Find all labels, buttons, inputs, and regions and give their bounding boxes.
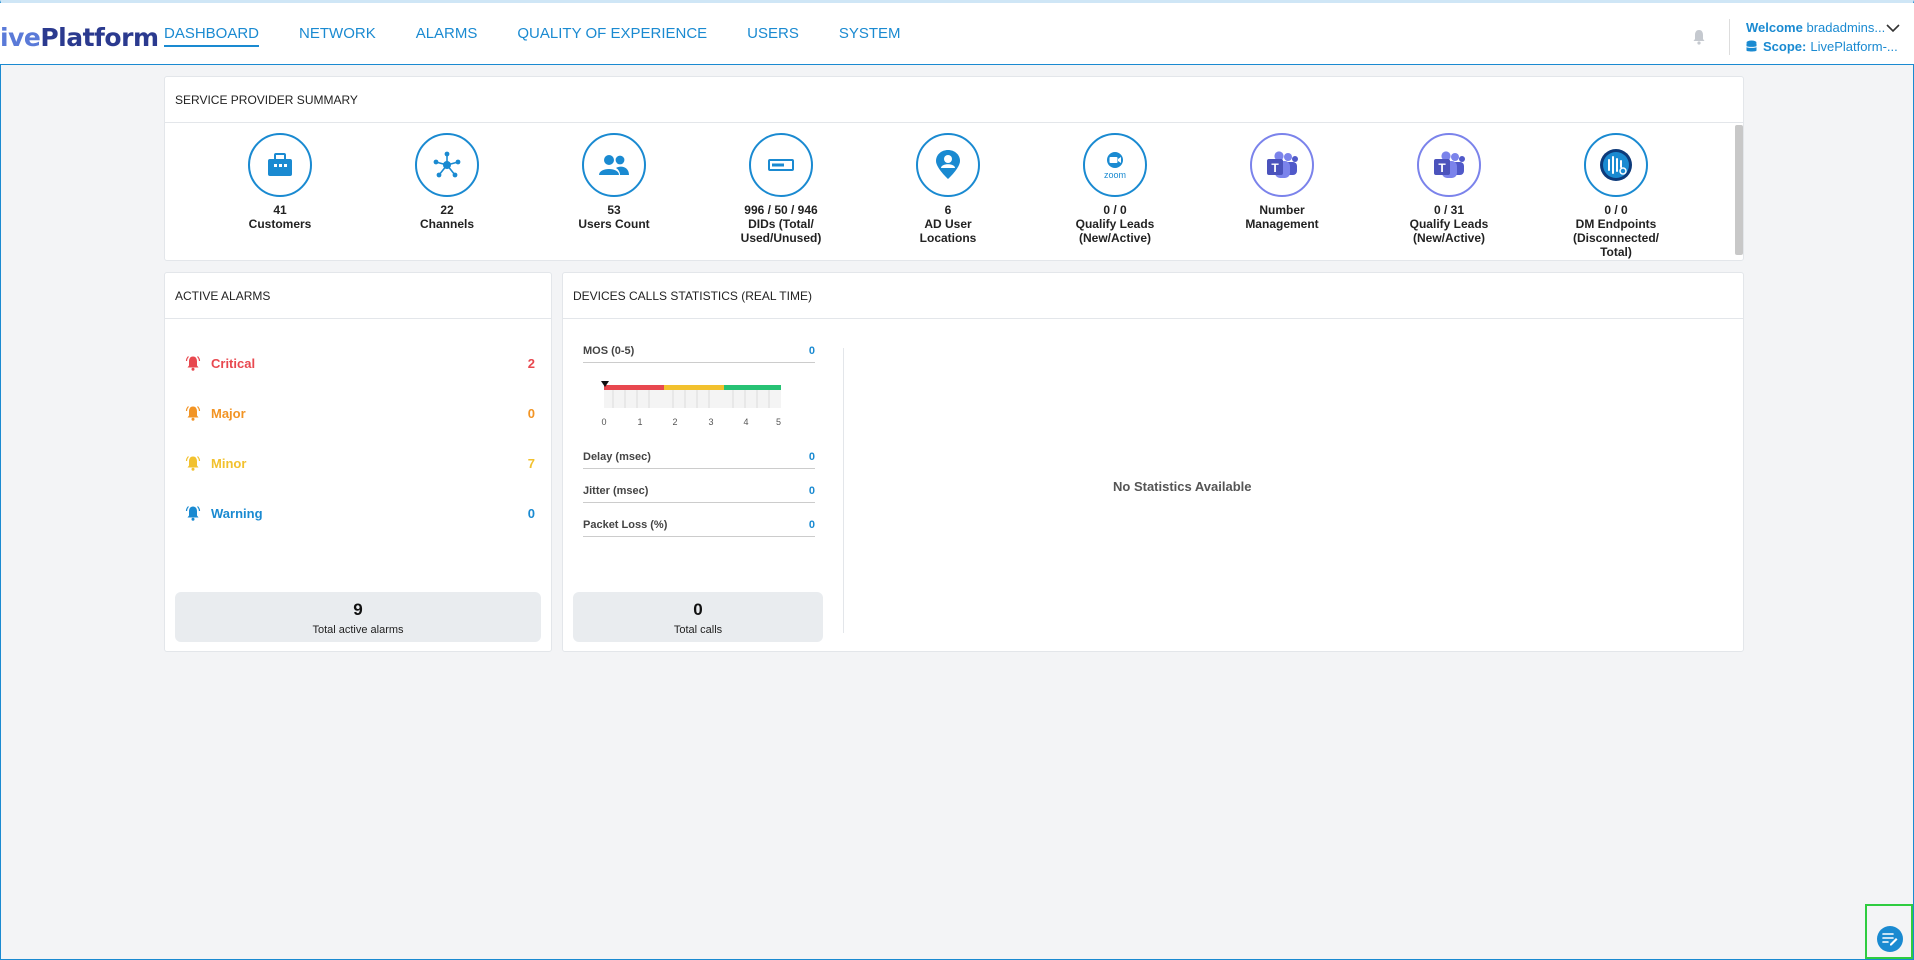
nav-network[interactable]: NETWORK bbox=[299, 25, 376, 47]
welcome-text[interactable]: Welcome bradadmins... bbox=[1746, 20, 1885, 35]
gauge-tick: 1 bbox=[637, 417, 642, 427]
service-provider-summary-card: SERVICE PROVIDER SUMMARY 41 Customers 22… bbox=[164, 76, 1744, 261]
total-active-alarms-box[interactable]: 9 Total active alarms bbox=[175, 592, 541, 642]
nav-dashboard[interactable]: DASHBOARD bbox=[164, 25, 260, 47]
notification-bell-icon[interactable] bbox=[1692, 29, 1706, 45]
user-location-icon bbox=[916, 133, 980, 197]
summary-title: SERVICE PROVIDER SUMMARY bbox=[165, 77, 1743, 123]
active-alarms-card: ACTIVE ALARMS Critical 2 Major 0 Minor 7… bbox=[164, 272, 552, 652]
alarm-row-minor[interactable]: Minor 7 bbox=[185, 453, 535, 473]
active-alarms-title: ACTIVE ALARMS bbox=[165, 273, 551, 319]
alarm-bell-icon bbox=[185, 506, 201, 521]
mos-metric: MOS (0-5) 0 bbox=[583, 343, 815, 363]
database-icon bbox=[1746, 40, 1757, 52]
top-header: ivePlatform DASHBOARD NETWORK ALARMS QUA… bbox=[0, 3, 1914, 65]
network-hub-icon bbox=[415, 133, 479, 197]
endpoints-icon bbox=[1584, 133, 1648, 197]
alarm-bell-icon bbox=[185, 456, 201, 471]
calls-statistics-title: DEVICES CALLS STATISTICS (REAL TIME) bbox=[563, 273, 1743, 319]
summary-item-users-count[interactable]: 53 Users Count bbox=[539, 133, 689, 231]
no-statistics-message: No Statistics Available bbox=[1113, 479, 1252, 494]
summary-item-teams-qualify-leads[interactable]: T 0 / 31 Qualify Leads (New/Active) bbox=[1374, 133, 1524, 245]
gauge-tick: 5 bbox=[776, 417, 781, 427]
scope-selector[interactable]: Scope: LivePlatform-... bbox=[1746, 39, 1898, 54]
edit-note-icon bbox=[1882, 933, 1898, 946]
nav-users[interactable]: USERS bbox=[747, 25, 799, 47]
jitter-metric: Jitter (msec) 0 bbox=[583, 483, 815, 503]
users-icon bbox=[582, 133, 646, 197]
alarm-bell-icon bbox=[185, 406, 201, 421]
summary-item-number-management[interactable]: T Number Management bbox=[1207, 133, 1357, 231]
alarm-bell-icon bbox=[185, 356, 201, 371]
header-divider bbox=[1729, 19, 1730, 55]
devices-calls-statistics-card: DEVICES CALLS STATISTICS (REAL TIME) MOS… bbox=[562, 272, 1744, 652]
alarm-row-major[interactable]: Major 0 bbox=[185, 403, 535, 423]
chevron-down-icon[interactable] bbox=[1886, 23, 1900, 33]
summary-item-customers[interactable]: 41 Customers bbox=[205, 133, 355, 231]
briefcase-icon bbox=[248, 133, 312, 197]
summary-item-ad-user-locations[interactable]: 6 AD User Locations bbox=[873, 133, 1023, 245]
nav-system[interactable]: SYSTEM bbox=[839, 25, 901, 47]
main-nav: DASHBOARD NETWORK ALARMS QUALITY OF EXPE… bbox=[164, 25, 941, 47]
feedback-button[interactable] bbox=[1877, 926, 1903, 952]
nav-quality-of-experience[interactable]: QUALITY OF EXPERIENCE bbox=[517, 25, 707, 47]
gauge-tick: 2 bbox=[672, 417, 677, 427]
delay-metric: Delay (msec) 0 bbox=[583, 449, 815, 469]
gauge-tick: 0 bbox=[601, 417, 606, 427]
summary-item-zoom-qualify-leads[interactable]: zoom 0 / 0 Qualify Leads (New/Active) bbox=[1040, 133, 1190, 245]
teams-icon: T bbox=[1250, 133, 1314, 197]
gauge-tick: 3 bbox=[708, 417, 713, 427]
summary-item-channels[interactable]: 22 Channels bbox=[372, 133, 522, 231]
alarm-row-critical[interactable]: Critical 2 bbox=[185, 353, 535, 373]
svg-text:zoom: zoom bbox=[1104, 170, 1126, 180]
svg-text:T: T bbox=[1438, 161, 1446, 175]
summary-items: 41 Customers 22 Channels 53 Users Count … bbox=[165, 133, 1733, 259]
summary-item-dm-endpoints[interactable]: 0 / 0 DM Endpoints (Disconnected/ Total) bbox=[1541, 133, 1691, 259]
did-icon bbox=[749, 133, 813, 197]
mos-gauge: 0 1 2 3 4 5 bbox=[601, 381, 781, 427]
packet-loss-metric: Packet Loss (%) 0 bbox=[583, 517, 815, 537]
gauge-tick: 4 bbox=[743, 417, 748, 427]
zoom-icon: zoom bbox=[1083, 133, 1147, 197]
svg-text:T: T bbox=[1271, 161, 1279, 175]
calls-divider bbox=[843, 348, 844, 633]
total-calls-box[interactable]: 0 Total calls bbox=[573, 592, 823, 642]
feedback-widget bbox=[1865, 904, 1913, 959]
summary-item-dids[interactable]: 996 / 50 / 946 DIDs (Total/ Used/Unused) bbox=[706, 133, 856, 245]
teams-icon: T bbox=[1417, 133, 1481, 197]
nav-alarms[interactable]: ALARMS bbox=[416, 25, 478, 47]
alarm-row-warning[interactable]: Warning 0 bbox=[185, 503, 535, 523]
summary-scrollbar[interactable] bbox=[1735, 125, 1743, 255]
liveplatform-logo[interactable]: ivePlatform bbox=[0, 23, 159, 52]
